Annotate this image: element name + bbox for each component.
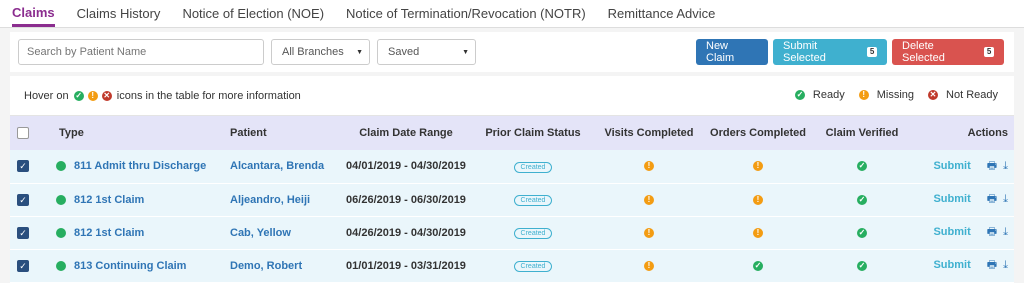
status-select-value: Saved — [388, 46, 419, 58]
row-checkbox[interactable]: ✓ — [17, 260, 29, 272]
select-all-checkbox[interactable] — [17, 127, 29, 139]
hint-bar: Hover on ✓ ! ✕ icons in the table for mo… — [10, 76, 1014, 116]
missing-icon[interactable]: ! — [644, 228, 654, 238]
print-icon[interactable]: 🖶 — [987, 259, 997, 271]
row-checkbox[interactable]: ✓ — [17, 194, 29, 206]
patient-link[interactable]: Demo, Robert — [230, 260, 302, 272]
col-claim-verified[interactable]: Claim Verified — [812, 116, 912, 150]
tab-claims[interactable]: Claims — [12, 5, 55, 27]
col-claim-date-range[interactable]: Claim Date Range — [340, 116, 472, 150]
table-row: ✓ 813 Continuing Claim Demo, Robert 01/01/2… — [10, 249, 1014, 282]
delete-selected-button[interactable]: Delete Selected 5 — [892, 39, 1004, 65]
print-icon[interactable]: 🖶 — [987, 226, 997, 238]
download-icon[interactable]: ⤓ — [1003, 160, 1008, 172]
submit-link[interactable]: Submit — [933, 193, 970, 205]
tab-notr[interactable]: Notice of Termination/Revocation (NOTR) — [346, 6, 586, 27]
prior-status-badge: Created — [514, 195, 553, 206]
prior-status-badge: Created — [514, 162, 553, 173]
not-ready-icon: ✕ — [102, 91, 112, 101]
claim-type-link[interactable]: 812 1st Claim — [74, 194, 144, 206]
claims-panel: Hover on ✓ ! ✕ icons in the table for mo… — [10, 76, 1014, 280]
status-legend: ✓ Ready ! Missing ✕ Not Ready — [793, 89, 998, 101]
table-row: ✓ 812 1st Claim Cab, Yellow 04/26/2019 - 04… — [10, 216, 1014, 249]
row-checkbox[interactable]: ✓ — [17, 227, 29, 239]
ready-icon: ✓ — [74, 91, 84, 101]
claim-type-link[interactable]: 813 Continuing Claim — [74, 260, 186, 272]
tab-noe[interactable]: Notice of Election (NOE) — [182, 6, 324, 27]
hint-prefix: Hover on — [24, 90, 69, 102]
branch-select[interactable]: All Branches ▼ — [271, 39, 370, 65]
missing-icon[interactable]: ! — [753, 161, 763, 171]
col-visits-completed[interactable]: Visits Completed — [594, 116, 704, 150]
download-icon[interactable]: ⤓ — [1003, 193, 1008, 205]
col-actions: Actions — [912, 116, 1014, 150]
missing-icon[interactable]: ! — [644, 261, 654, 271]
ready-icon[interactable]: ✓ — [753, 261, 763, 271]
ready-icon: ✓ — [795, 90, 805, 100]
status-dot-icon — [56, 228, 66, 238]
not-ready-icon: ✕ — [928, 90, 938, 100]
delete-selected-label: Delete Selected — [902, 40, 978, 64]
patient-link[interactable]: Cab, Yellow — [230, 227, 291, 239]
claim-type-link[interactable]: 811 Admit thru Discharge — [74, 160, 206, 172]
ready-icon[interactable]: ✓ — [857, 195, 867, 205]
legend-ready: Ready — [813, 89, 845, 101]
claims-table: Type Patient Claim Date Range Prior Clai… — [10, 116, 1014, 283]
row-checkbox[interactable]: ✓ — [17, 160, 29, 172]
search-input[interactable] — [18, 39, 264, 65]
submit-count-badge: 5 — [867, 47, 877, 57]
table-row: ✓ 811 Admit thru Discharge Alcantara, Bren… — [10, 150, 1014, 183]
submit-selected-label: Submit Selected — [783, 40, 861, 64]
prior-status-badge: Created — [514, 261, 553, 272]
chevron-down-icon: ▼ — [356, 49, 363, 56]
missing-icon[interactable]: ! — [644, 195, 654, 205]
submit-link[interactable]: Submit — [933, 259, 970, 271]
legend-missing: Missing — [877, 89, 914, 101]
new-claim-button[interactable]: New Claim — [696, 39, 768, 65]
print-icon[interactable]: 🖶 — [987, 160, 997, 172]
col-orders-completed[interactable]: Orders Completed — [704, 116, 812, 150]
table-header: Type Patient Claim Date Range Prior Clai… — [10, 116, 1014, 150]
status-dot-icon — [56, 195, 66, 205]
prior-status-badge: Created — [514, 228, 553, 239]
col-prior-claim-status[interactable]: Prior Claim Status — [472, 116, 594, 150]
submit-link[interactable]: Submit — [933, 226, 970, 238]
missing-icon: ! — [88, 91, 98, 101]
claim-date-range: 04/26/2019 - 04/30/2019 — [346, 227, 466, 239]
missing-icon[interactable]: ! — [644, 161, 654, 171]
ready-icon[interactable]: ✓ — [857, 228, 867, 238]
tab-bar: Claims Claims History Notice of Election… — [0, 0, 1024, 28]
claim-type-link[interactable]: 812 1st Claim — [74, 227, 144, 239]
tab-remittance-advice[interactable]: Remittance Advice — [608, 6, 716, 27]
ready-icon[interactable]: ✓ — [857, 261, 867, 271]
ready-icon[interactable]: ✓ — [857, 161, 867, 171]
submit-selected-button[interactable]: Submit Selected 5 — [773, 39, 887, 65]
toolbar: All Branches ▼ Saved ▼ New Claim Submit … — [10, 32, 1014, 72]
download-icon[interactable]: ⤓ — [1003, 259, 1008, 271]
patient-link[interactable]: Aljeandro, Heiji — [230, 194, 310, 206]
legend-not-ready: Not Ready — [946, 89, 998, 101]
claim-date-range: 06/26/2019 - 06/30/2019 — [346, 194, 466, 206]
status-dot-icon — [56, 161, 66, 171]
tab-claims-history[interactable]: Claims History — [77, 6, 161, 27]
patient-link[interactable]: Alcantara, Brenda — [230, 160, 324, 172]
print-icon[interactable]: 🖶 — [987, 193, 997, 205]
table-row: ✓ 812 1st Claim Aljeandro, Heiji 06/26/2019… — [10, 183, 1014, 216]
download-icon[interactable]: ⤓ — [1003, 226, 1008, 238]
missing-icon[interactable]: ! — [753, 228, 763, 238]
branch-select-value: All Branches — [282, 46, 344, 58]
delete-count-badge: 5 — [984, 47, 994, 57]
col-patient[interactable]: Patient — [222, 116, 340, 150]
missing-icon: ! — [859, 90, 869, 100]
claim-date-range: 04/01/2019 - 04/30/2019 — [346, 160, 466, 172]
status-dot-icon — [56, 261, 66, 271]
status-select[interactable]: Saved ▼ — [377, 39, 476, 65]
missing-icon[interactable]: ! — [753, 195, 763, 205]
col-type[interactable]: Type — [48, 116, 222, 150]
submit-link[interactable]: Submit — [933, 160, 970, 172]
chevron-down-icon: ▼ — [462, 49, 469, 56]
claim-date-range: 01/01/2019 - 03/31/2019 — [346, 260, 466, 272]
hint-suffix: icons in the table for more information — [117, 90, 301, 102]
